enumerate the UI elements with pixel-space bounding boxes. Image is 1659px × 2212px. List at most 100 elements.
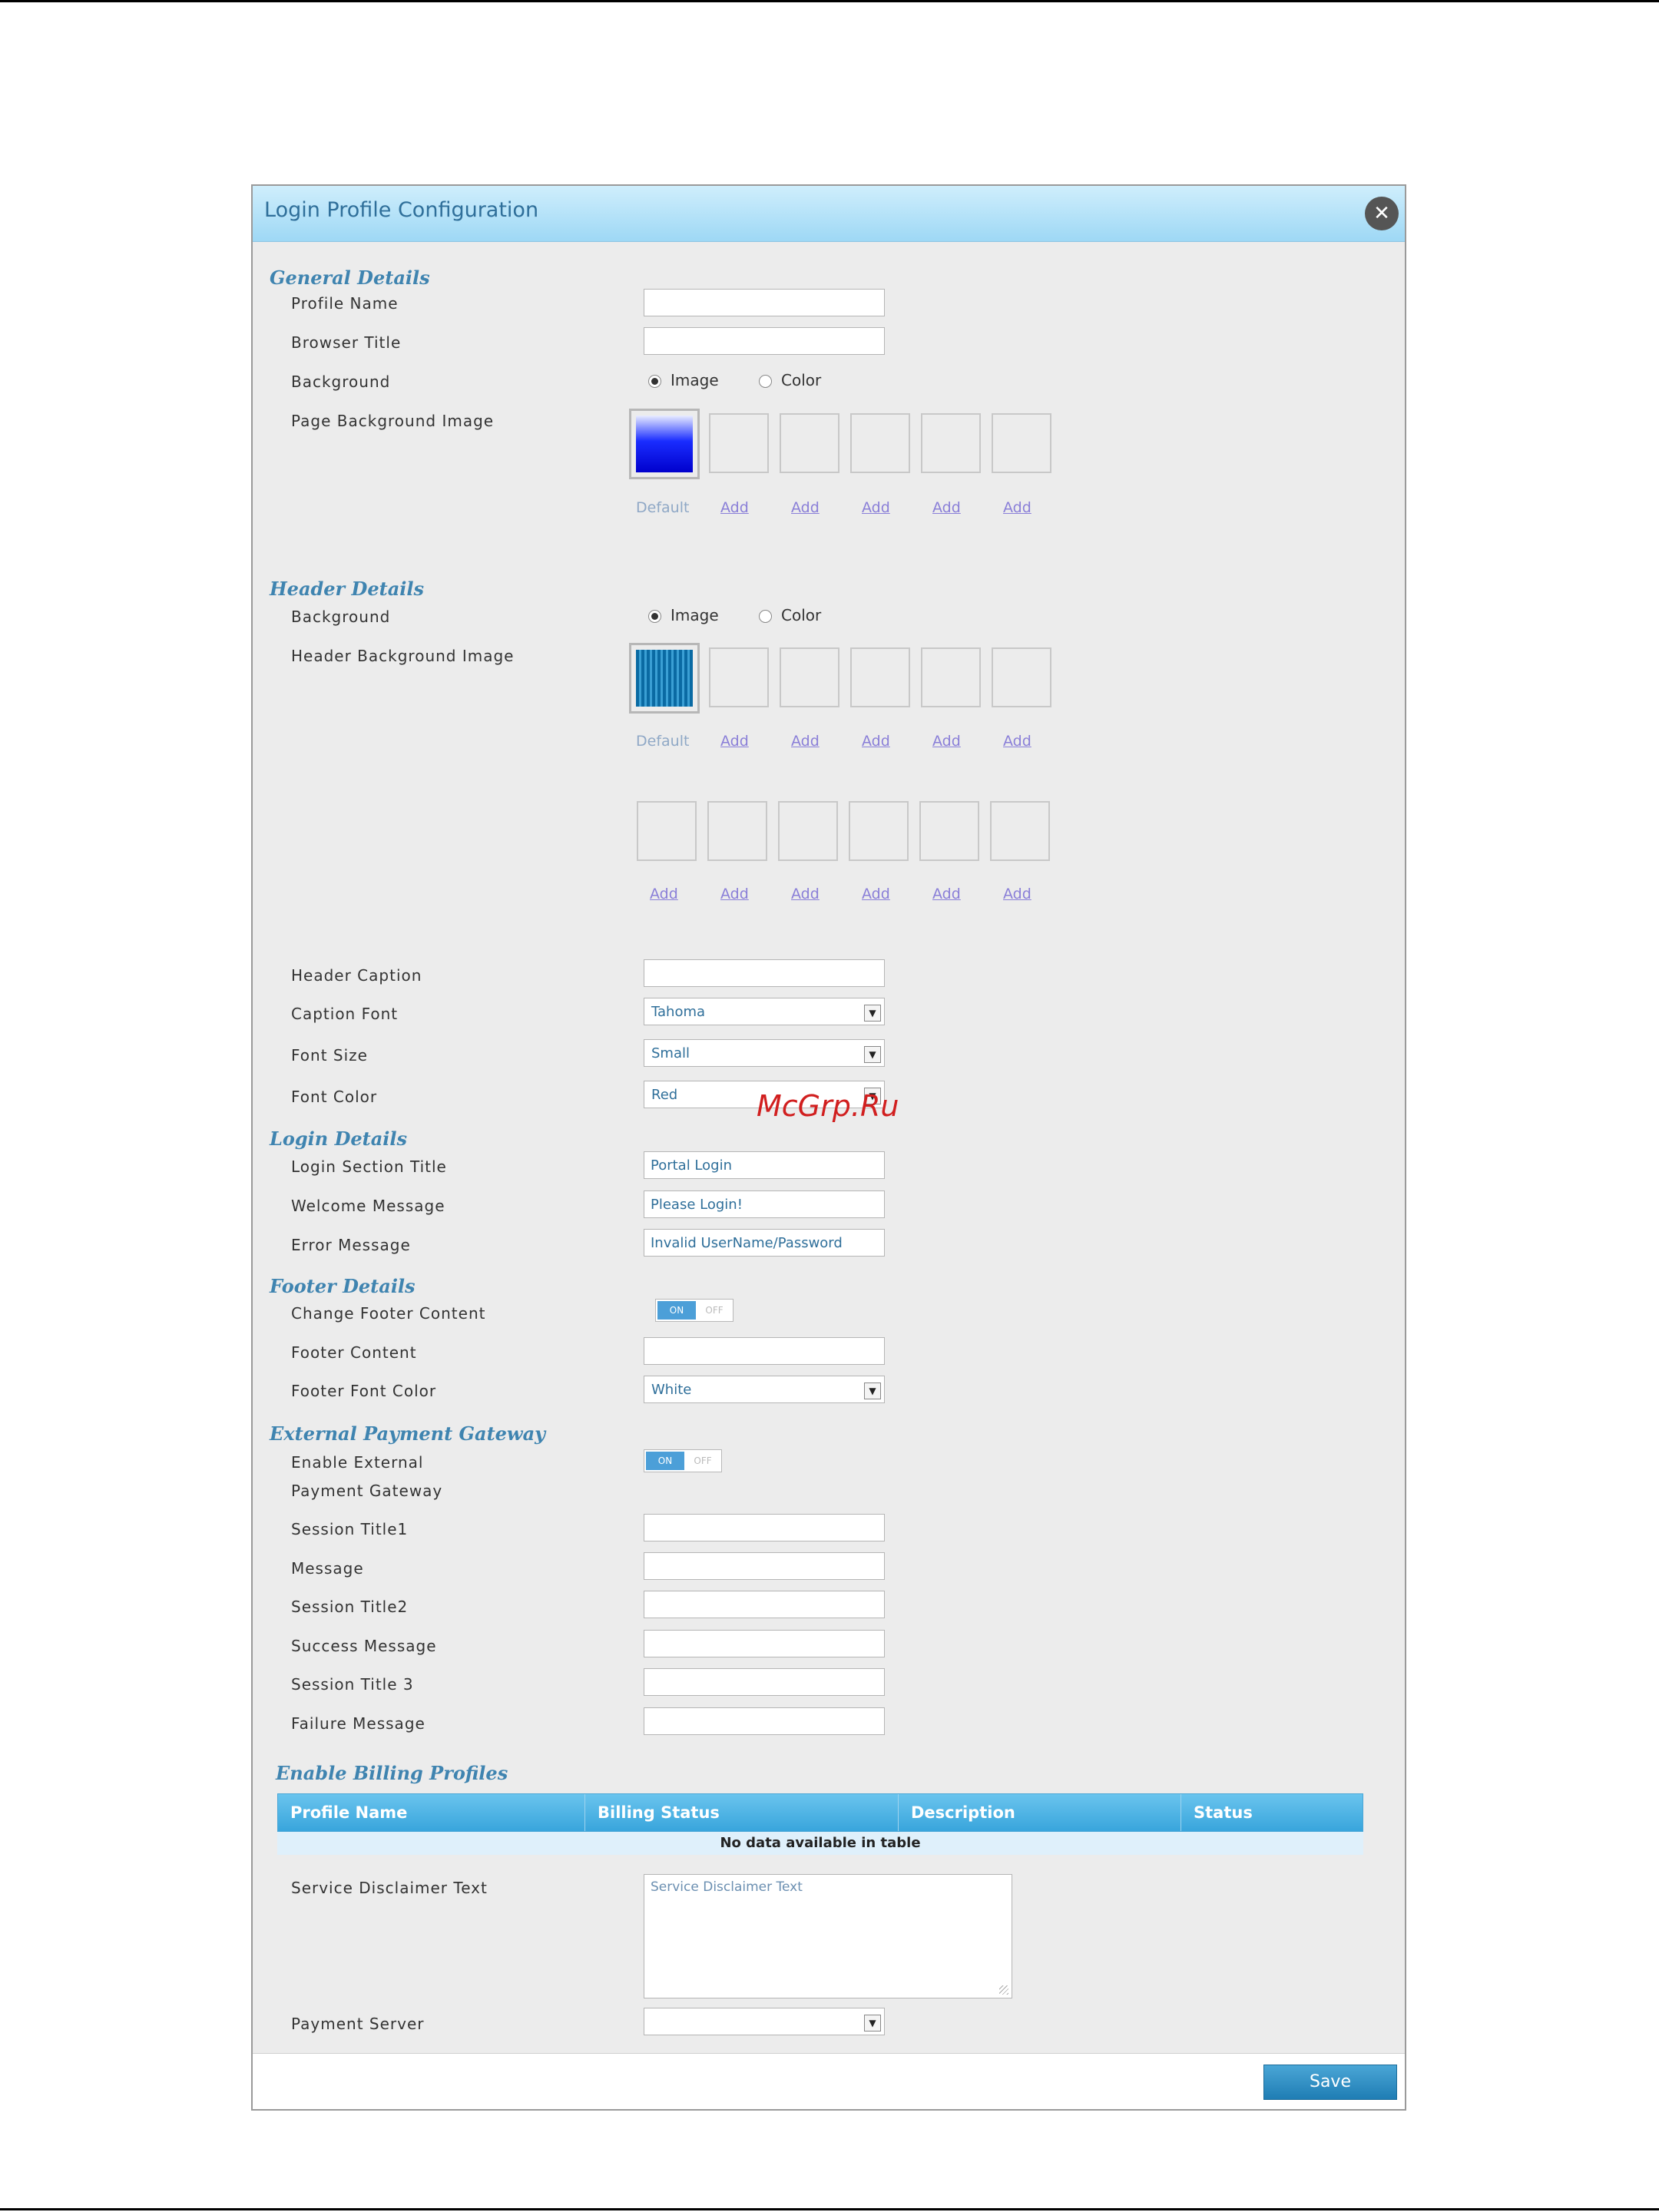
bottom-page-rule — [0, 2208, 1659, 2210]
footer-content-input[interactable] — [644, 1337, 885, 1365]
welcome-message-input[interactable]: Please Login! — [644, 1190, 885, 1218]
toggle-on: ON — [657, 1301, 696, 1320]
enable-payment-gateway-toggle[interactable]: ON OFF — [644, 1449, 722, 1472]
session-title1-input[interactable] — [644, 1514, 885, 1541]
footer-font-color-select[interactable]: White ▼ — [644, 1376, 885, 1403]
radio-dot[interactable] — [759, 375, 772, 388]
message-input[interactable] — [644, 1552, 885, 1580]
header-bg-thumb-slot[interactable] — [780, 647, 839, 707]
header-bg-link-add[interactable]: Add — [720, 886, 749, 902]
header-bg-link-default[interactable]: Default — [636, 733, 689, 750]
dropdown-arrow-icon[interactable]: ▼ — [864, 1382, 881, 1399]
header-bg-link-add[interactable]: Add — [791, 733, 820, 750]
header-bg-link-add[interactable]: Add — [1003, 886, 1031, 902]
table-header-row: Profile Name Billing Status Description … — [277, 1793, 1363, 1832]
radio-header-bg-color[interactable]: Color — [759, 606, 821, 624]
error-message-input[interactable]: Invalid UserName/Password — [644, 1229, 885, 1257]
section-enable-billing-profiles: Enable Billing Profiles — [276, 1762, 508, 1784]
login-section-title-input[interactable]: Portal Login — [644, 1151, 885, 1179]
header-bg-link-add[interactable]: Add — [1003, 733, 1031, 750]
page-background-radio-group: Image Color — [648, 371, 856, 389]
service-disclaimer-text: Service Disclaimer Text — [651, 1879, 803, 1895]
font-color-label: Font Color — [291, 1088, 378, 1106]
payment-server-select[interactable]: ▼ — [644, 2008, 885, 2035]
caption-font-select[interactable]: Tahoma ▼ — [644, 998, 885, 1025]
session-title3-input[interactable] — [644, 1668, 885, 1696]
resize-grip-icon[interactable] — [999, 1985, 1008, 1995]
billing-profiles-table: Profile Name Billing Status Description … — [277, 1793, 1363, 1855]
column-header-description[interactable]: Description — [899, 1794, 1181, 1831]
page-bg-thumb-slot[interactable] — [709, 413, 769, 473]
dialog-footer: Save — [253, 2053, 1405, 2109]
success-message-input[interactable] — [644, 1630, 885, 1657]
header-bg-thumb-slot[interactable] — [850, 647, 910, 707]
header-bg-thumb-slot[interactable] — [709, 647, 769, 707]
dialog-titlebar: Login Profile Configuration ✕ — [253, 186, 1405, 242]
header-bg-link-add[interactable]: Add — [862, 733, 890, 750]
radio-dot[interactable] — [759, 610, 772, 623]
service-disclaimer-textarea[interactable]: Service Disclaimer Text — [644, 1874, 1012, 1998]
error-message-label: Error Message — [291, 1236, 411, 1254]
column-header-billing-status[interactable]: Billing Status — [585, 1794, 899, 1831]
page-bg-link-add[interactable]: Add — [862, 499, 890, 516]
caption-font-value: Tahoma — [651, 1004, 706, 1020]
radio-bg-image[interactable]: Image — [648, 371, 719, 389]
dropdown-arrow-icon[interactable]: ▼ — [864, 2015, 881, 2032]
section-general-details: General Details — [270, 267, 430, 289]
change-footer-content-label: Change Footer Content — [291, 1304, 486, 1323]
page-bg-link-add[interactable]: Add — [1003, 499, 1031, 516]
header-bg-link-add[interactable]: Add — [862, 886, 890, 902]
column-header-profile-name[interactable]: Profile Name — [278, 1794, 585, 1831]
header-bg-thumb-slot[interactable] — [707, 801, 767, 861]
header-bg-link-add[interactable]: Add — [932, 886, 961, 902]
page-bg-thumb-slot[interactable] — [780, 413, 839, 473]
browser-title-input[interactable] — [644, 327, 885, 355]
page-bg-thumb-slot[interactable] — [850, 413, 910, 473]
radio-dot[interactable] — [648, 610, 661, 623]
footer-content-label: Footer Content — [291, 1343, 417, 1362]
header-bg-link-add[interactable]: Add — [932, 733, 961, 750]
header-bg-link-add[interactable]: Add — [791, 886, 820, 902]
header-bg-thumb-slot[interactable] — [919, 801, 979, 861]
change-footer-content-toggle[interactable]: ON OFF — [655, 1299, 733, 1322]
radio-bg-color[interactable]: Color — [759, 371, 821, 389]
profile-name-input[interactable] — [644, 289, 885, 316]
header-bg-link-add[interactable]: Add — [720, 733, 749, 750]
header-caption-input[interactable] — [644, 959, 885, 987]
welcome-message-label: Welcome Message — [291, 1197, 445, 1215]
dropdown-arrow-icon[interactable]: ▼ — [864, 1046, 881, 1063]
close-icon[interactable]: ✕ — [1365, 197, 1399, 230]
success-message-label: Success Message — [291, 1637, 437, 1655]
login-profile-dialog: Login Profile Configuration ✕ General De… — [251, 184, 1406, 2111]
browser-title-label: Browser Title — [291, 333, 402, 352]
section-login-details: Login Details — [270, 1128, 408, 1150]
header-bg-thumb-slot[interactable] — [921, 647, 981, 707]
header-bg-thumb-slot[interactable] — [849, 801, 909, 861]
page-bg-link-add[interactable]: Add — [791, 499, 820, 516]
header-bg-thumb-slot[interactable] — [992, 647, 1051, 707]
radio-header-bg-image[interactable]: Image — [648, 606, 719, 624]
session-title3-label: Session Title 3 — [291, 1675, 414, 1694]
payment-gateway-label: Payment Gateway — [291, 1482, 443, 1500]
page-bg-thumb-slot[interactable] — [921, 413, 981, 473]
font-size-select[interactable]: Small ▼ — [644, 1039, 885, 1067]
failure-message-input[interactable] — [644, 1707, 885, 1735]
page-bg-thumb-slot[interactable] — [992, 413, 1051, 473]
header-bg-thumb-slot[interactable] — [637, 801, 697, 861]
header-bg-thumb-slot[interactable] — [778, 801, 838, 861]
page-bg-link-add[interactable]: Add — [932, 499, 961, 516]
caption-font-label: Caption Font — [291, 1005, 399, 1023]
header-bg-image-label: Header Background Image — [291, 647, 515, 665]
header-bg-link-add[interactable]: Add — [650, 886, 678, 902]
save-button[interactable]: Save — [1263, 2065, 1397, 2100]
session-title2-input[interactable] — [644, 1591, 885, 1618]
page-bg-thumb-default[interactable] — [629, 409, 700, 479]
header-bg-thumb-default[interactable] — [629, 643, 700, 714]
dropdown-arrow-icon[interactable]: ▼ — [864, 1005, 881, 1022]
failure-message-label: Failure Message — [291, 1714, 426, 1733]
page-bg-link-add[interactable]: Add — [720, 499, 749, 516]
radio-dot[interactable] — [648, 375, 661, 388]
column-header-status[interactable]: Status — [1181, 1794, 1363, 1831]
header-bg-thumb-slot[interactable] — [990, 801, 1050, 861]
page-bg-link-default[interactable]: Default — [636, 499, 689, 516]
